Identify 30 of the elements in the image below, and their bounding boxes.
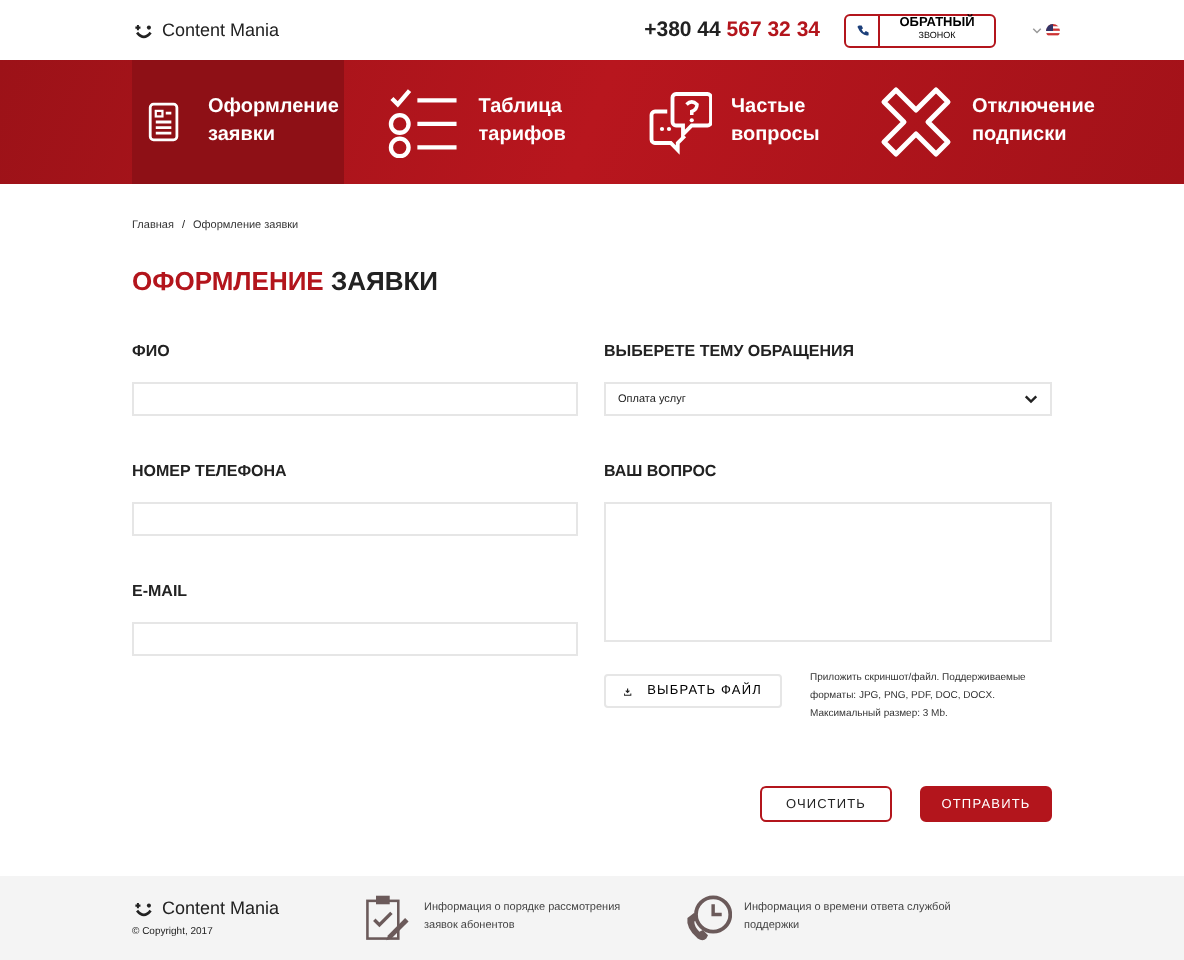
logo-text[interactable]: Content Mania	[162, 898, 280, 918]
field-label: НОМЕР ТЕЛЕФОНА	[132, 462, 289, 484]
clipboard-icon	[364, 894, 412, 942]
flag-icon	[1046, 23, 1060, 37]
download-icon	[624, 683, 632, 699]
phone-icon	[855, 23, 869, 37]
nav-item[interactable]: Частые вопросы	[612, 60, 852, 184]
input-field[interactable]	[132, 502, 578, 536]
clock-phone-icon	[684, 894, 732, 942]
field-label: E-MAIL	[132, 582, 190, 604]
textarea-field[interactable]	[604, 502, 1052, 642]
speech-bubbles-icon	[648, 86, 711, 158]
field-label: ВЫБЕРЕТЕ ТЕМУ ОБРАЩЕНИЯ	[604, 342, 857, 364]
logo-icon	[132, 21, 154, 39]
nav-item[interactable]: Оформление заявки	[132, 60, 344, 184]
phone-number: +380 44 567 32 34	[644, 18, 820, 42]
caret-icon	[1032, 27, 1042, 33]
field-label: ФИО	[132, 342, 172, 364]
input-field[interactable]	[132, 622, 578, 656]
page-title: ОФОРМЛЕНИЕ ЗАЯВКИ	[132, 266, 440, 296]
logo-icon	[132, 899, 154, 917]
nav-item[interactable]: Отключение подписки	[852, 60, 1116, 184]
nav-item[interactable]: Таблица тарифов	[344, 60, 612, 184]
language-selector[interactable]	[1032, 23, 1060, 37]
cross-icon	[880, 86, 952, 158]
field-label: ВАШ ВОПРОС	[604, 462, 719, 484]
logo-text[interactable]: Content Mania	[162, 20, 280, 40]
chevron-icon	[1024, 394, 1038, 404]
checklist-icon	[388, 86, 459, 158]
input-field[interactable]	[132, 382, 578, 416]
